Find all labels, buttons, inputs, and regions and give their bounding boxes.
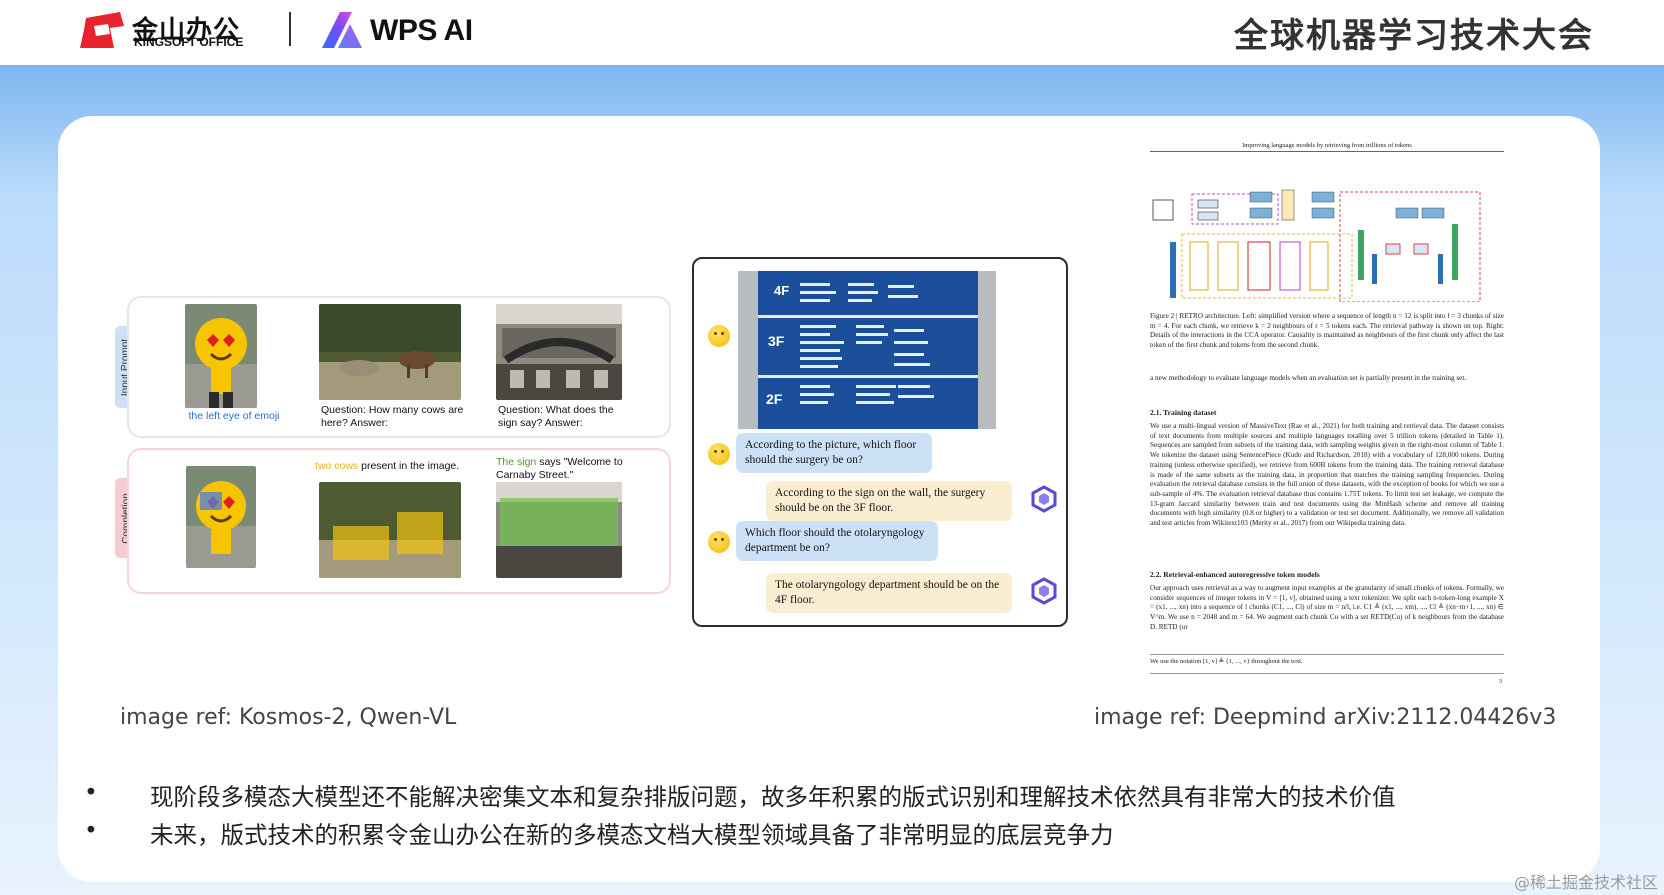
qwen-chat-panel: 4F 3F 2F According to the picture, which… [692,257,1068,627]
sign-highlight: The sign [496,456,537,468]
kosmos-example-panel: Input Prompt Completion the left eye of … [115,296,671,596]
floor-label-2f: 2F [766,391,783,407]
hospital-sign-image: 4F 3F 2F [738,271,996,429]
cows-image [319,304,461,400]
assistant-message: According to the sign on the wall, the s… [766,481,1012,521]
intro-paragraph: a new methodology to evaluate language m… [1150,374,1467,382]
floor-label-3f: 3F [768,333,785,349]
input-prompt-row: the left eye of emoji Question: How many… [127,296,671,438]
user-message: Which floor should the otolaryngology de… [736,521,938,561]
user-avatar-icon [708,325,730,347]
completion-row: two cows present in the image. The sign … [127,448,671,594]
wps-ai-text: WPS AI [370,14,473,47]
cows-completion-image [319,482,461,578]
kingsoft-office-logo: 金山办公 KINGSOFT OFFICE [80,10,260,50]
carnaby-street-image [496,304,622,400]
paper-page-number: 3 [1499,679,1502,685]
image-ref-right: image ref: Deepmind arXiv:2112.04426v3 [1094,705,1557,730]
user-message: According to the picture, which floor sh… [736,433,932,473]
sign-completion-caption: The sign says "Welcome to Carnaby Street… [496,456,636,482]
kingsoft-logo-icon [80,12,124,48]
cows-highlight: two cows [315,460,359,472]
floor-label-4f: 4F [774,283,790,298]
image-ref-left: image ref: Kosmos-2, Qwen-VL [120,705,457,730]
sign-prompt-caption: Question: What does the sign say? Answer… [498,404,614,430]
cows-completion-rest: present in the image. [358,460,460,472]
bullet-item: • 未来，版式技术的积累令金山办公在新的多模态文档大模型领域具备了非常明显的底层… [84,816,1564,854]
emoji-mascot-image [185,304,257,408]
bullet-text: 未来，版式技术的积累令金山办公在新的多模态文档大模型领域具备了非常明显的底层竞争… [150,821,1114,849]
top-header: 金山办公 KINGSOFT OFFICE WPS AI 全球机器学习技术大会 [0,0,1664,65]
qwen-bot-icon [1031,577,1057,605]
conference-title: 全球机器学习技术大会 [1234,16,1594,56]
user-avatar-icon [708,531,730,553]
paper-title: Improving language models by retrieving … [1150,142,1504,152]
section-heading-training-dataset: 2.1. Training dataset [1150,408,1217,417]
emoji-prompt-caption: the left eye of emoji [188,410,280,422]
juejin-watermark: @稀土掘金技术社区 [1513,873,1658,892]
bullet-list: • 现阶段多模态大模型还不能解决密集文本和复杂排版问题，故多年积累的版式识别和理… [84,778,1564,854]
logo-english-text: KINGSOFT OFFICE [134,35,244,49]
bullet-item: • 现阶段多模态大模型还不能解决密集文本和复杂排版问题，故多年积累的版式识别和理… [84,778,1564,816]
figure-caption: Figure 2 | RETRO architecture. Left: sim… [1150,312,1504,350]
sign-completion-image [496,482,622,578]
retrieval-models-paragraph: Our approach uses retrieval as a way to … [1150,584,1504,631]
paper-footnote: We use the notation [1, v] ≜ {1, ..., v}… [1150,654,1504,665]
section-heading-retrieval-models: 2.2. Retrieval-enhanced autoregressive t… [1150,570,1320,579]
cows-prompt-caption: Question: How many cows are here? Answer… [321,404,464,430]
training-dataset-paragraph: We use a multi-lingual version of Massiv… [1150,422,1504,528]
paper-bottom-rule [1150,673,1504,674]
header-divider [289,12,291,46]
user-avatar-icon [708,443,730,465]
bullet-text: 现阶段多模态大模型还不能解决密集文本和复杂排版问题，故多年积累的版式识别和理解技… [150,783,1396,811]
qwen-bot-icon [1031,485,1057,513]
bullet-dot: • [84,778,98,806]
cows-completion-caption: two cows present in the image. [315,460,475,473]
retro-paper-page: Improving language models by retrieving … [1150,142,1504,690]
assistant-message: The otolaryngology department should be … [766,573,1012,613]
emoji-completion-image [186,466,256,568]
wps-ai-logo-icon [322,12,362,48]
bullet-dot: • [84,816,98,844]
retro-architecture-figure [1152,189,1481,302]
wps-ai-logo: WPS AI [322,10,482,50]
